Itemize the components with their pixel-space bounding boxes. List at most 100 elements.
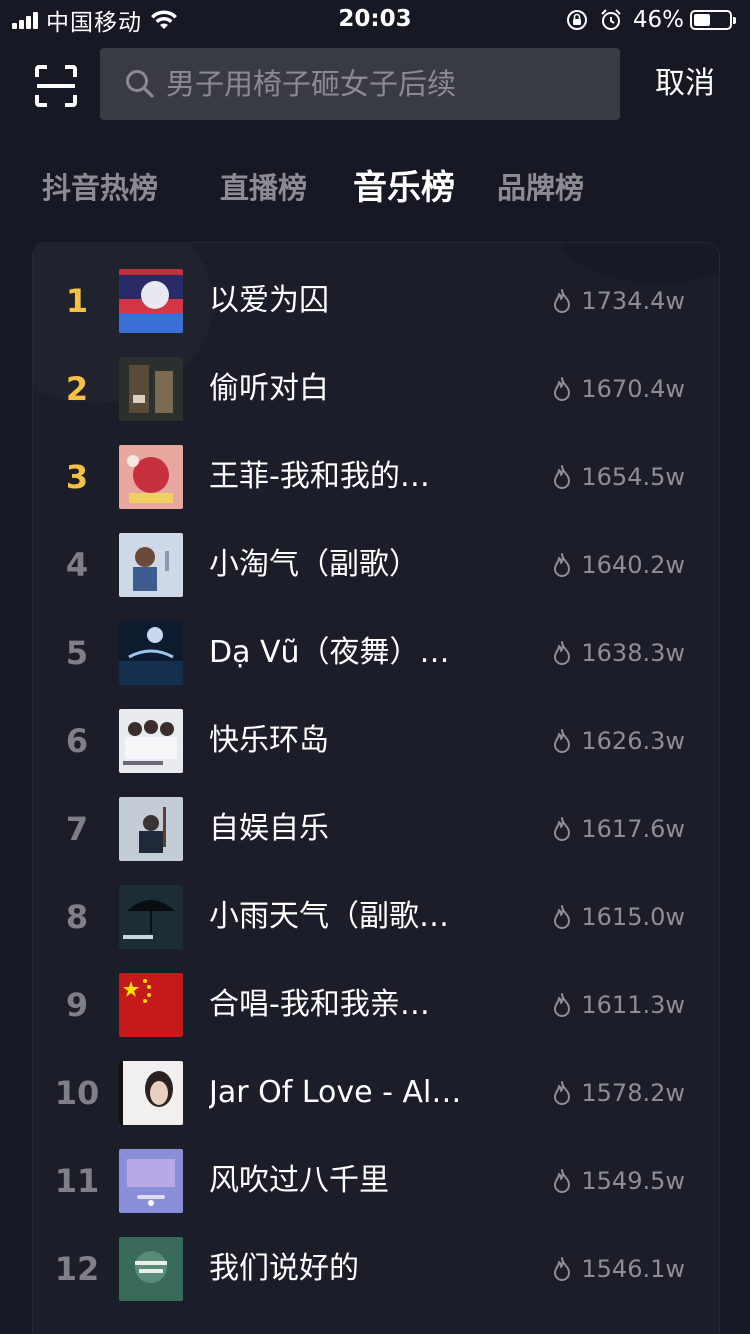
chart-row[interactable]: 4 小淘气（副歌） 1640.2w — [33, 521, 719, 609]
heat-value: 1670.4w — [551, 345, 685, 433]
chart-row[interactable]: 9 合唱-我和我亲… 1611.3w — [33, 961, 719, 1049]
tab-douyin-hot[interactable]: 抖音热榜 — [42, 160, 158, 216]
song-title: 自娱自乐 — [209, 811, 329, 846]
heat-value: 1578.2w — [551, 1049, 685, 1137]
flame-icon — [554, 553, 571, 577]
album-cover — [119, 445, 183, 509]
heat-value: 1626.3w — [551, 697, 685, 785]
heat-number: 1670.4w — [581, 375, 685, 403]
heat-value: 1654.5w — [551, 433, 685, 521]
heat-value: 1615.0w — [551, 873, 685, 961]
chart-row[interactable]: 7 自娱自乐 1617.6w — [33, 785, 719, 873]
battery-icon — [690, 10, 736, 30]
cancel-button[interactable]: 取消 — [640, 60, 730, 108]
song-title: 小淘气（副歌） — [209, 547, 419, 582]
rank-number: 5 — [65, 634, 89, 672]
album-cover — [119, 1061, 183, 1125]
tab-music[interactable]: 音乐榜 — [353, 160, 455, 216]
heat-number: 1617.6w — [581, 815, 685, 843]
heat-number: 1654.5w — [581, 463, 685, 491]
album-cover — [119, 357, 183, 421]
album-cover — [119, 533, 183, 597]
status-bar: 中国移动 20:03 46% — [0, 0, 750, 40]
rank-number: 4 — [65, 546, 89, 584]
rotation-lock-icon — [566, 10, 587, 30]
album-cover — [119, 1149, 183, 1213]
song-title: 风吹过八千里 — [209, 1163, 389, 1198]
song-title: Dạ Vũ（夜舞）… — [209, 635, 450, 670]
flame-icon — [554, 641, 571, 665]
heat-number: 1546.1w — [581, 1255, 685, 1283]
flame-icon — [554, 905, 571, 929]
flame-icon — [554, 465, 571, 489]
heat-number: 1734.4w — [581, 287, 685, 315]
song-title: 以爱为囚 — [209, 283, 329, 318]
chart-row[interactable]: 5 Dạ Vũ（夜舞）… 1638.3w — [33, 609, 719, 697]
flame-icon — [554, 729, 571, 753]
rank-number: 11 — [54, 1162, 100, 1200]
flame-icon — [554, 289, 571, 313]
heat-value: 1638.3w — [551, 609, 685, 697]
song-title: 合唱-我和我亲… — [209, 987, 430, 1022]
search-input[interactable] — [166, 67, 620, 101]
heat-value: 1549.5w — [551, 1137, 685, 1225]
rank-number: 3 — [65, 458, 89, 496]
flame-icon — [554, 1257, 571, 1281]
heat-value: 1617.6w — [551, 785, 685, 873]
rank-number: 2 — [65, 370, 89, 408]
heat-value: 1640.2w — [551, 521, 685, 609]
rank-number: 7 — [65, 810, 89, 848]
rank-number: 9 — [65, 986, 89, 1024]
ranking-tabs: 抖音热榜 直播榜 音乐榜 品牌榜 — [0, 160, 750, 216]
rank-number: 10 — [54, 1074, 100, 1112]
search-bar[interactable] — [100, 48, 620, 120]
album-cover — [119, 709, 183, 773]
flame-icon — [554, 377, 571, 401]
heat-number: 1615.0w — [581, 903, 685, 931]
flame-icon — [554, 993, 571, 1017]
song-title: Jar Of Love - Al… — [209, 1075, 462, 1110]
heat-value: 1546.1w — [551, 1225, 685, 1313]
search-icon — [126, 70, 154, 98]
rank-number: 12 — [54, 1250, 100, 1288]
chart-row[interactable]: 1 以爱为囚 1734.4w — [33, 257, 719, 345]
tab-brand[interactable]: 品牌榜 — [497, 160, 584, 216]
chart-row[interactable]: 2 偷听对白 1670.4w — [33, 345, 719, 433]
heat-number: 1626.3w — [581, 727, 685, 755]
tab-live[interactable]: 直播榜 — [220, 160, 307, 216]
album-cover — [119, 1237, 183, 1301]
album-cover — [119, 621, 183, 685]
chart-row[interactable]: 11 风吹过八千里 1549.5w — [33, 1137, 719, 1225]
flame-icon — [554, 817, 571, 841]
heat-number: 1611.3w — [581, 991, 685, 1019]
album-cover — [119, 885, 183, 949]
alarm-icon — [601, 9, 621, 30]
music-chart-page: 中国移动 20:03 46% 男子用椅子砸女子后续 取消 抖音热榜 直播榜 音乐… — [0, 0, 750, 1334]
song-title: 王菲-我和我的… — [209, 459, 430, 494]
chart-row[interactable]: 3 王菲-我和我的… 1654.5w — [33, 433, 719, 521]
album-cover — [119, 973, 183, 1037]
heat-value: 1734.4w — [551, 257, 685, 345]
heat-value: 1611.3w — [551, 961, 685, 1049]
scan-icon[interactable] — [34, 64, 78, 108]
heat-number: 1640.2w — [581, 551, 685, 579]
heat-number: 1549.5w — [581, 1167, 685, 1195]
song-title: 快乐环岛 — [209, 723, 329, 758]
heat-number: 1638.3w — [581, 639, 685, 667]
flame-icon — [554, 1081, 571, 1105]
song-title: 小雨天气（副歌… — [209, 899, 449, 934]
heat-number: 1578.2w — [581, 1079, 685, 1107]
rank-number: 8 — [65, 898, 89, 936]
song-title: 偷听对白 — [209, 371, 329, 406]
chart-row[interactable]: 6 快乐环岛 1626.3w — [33, 697, 719, 785]
rank-number: 6 — [65, 722, 89, 760]
flame-icon — [554, 1169, 571, 1193]
music-chart-list: 1 以爱为囚 1734.4w 2 偷听对白 1670.4w 3 王菲-我和我的… 1654.5w… — [32, 242, 720, 1334]
album-cover — [119, 269, 183, 333]
chart-row[interactable]: 8 小雨天气（副歌… 1615.0w — [33, 873, 719, 961]
battery-percent: 46% — [632, 7, 684, 33]
chart-row[interactable]: 10 Jar Of Love - Al… 1578.2w — [33, 1049, 719, 1137]
chart-row[interactable]: 12 我们说好的 1546.1w — [33, 1225, 719, 1313]
rank-number: 1 — [65, 282, 89, 320]
album-cover — [119, 797, 183, 861]
